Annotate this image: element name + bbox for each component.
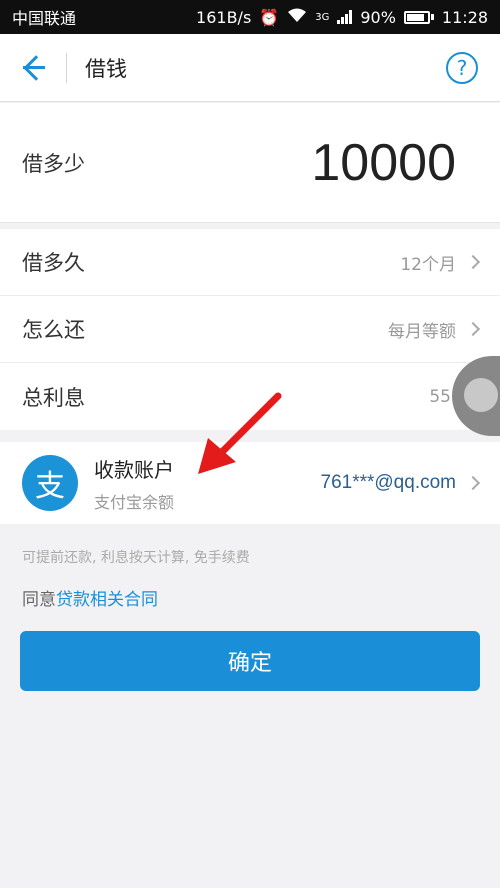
chevron-right-icon xyxy=(465,321,481,337)
account-title: 收款账户 xyxy=(94,457,174,482)
amount-label: 借多少 xyxy=(22,151,85,176)
alipay-icon: 支 xyxy=(22,455,78,511)
alarm-icon: ⏰ xyxy=(259,7,280,27)
battery-icon xyxy=(403,10,430,24)
repayment-note: 可提前还款, 利息按天计算, 免手续费 xyxy=(22,550,250,566)
account-email: 761***@qq.com xyxy=(320,472,456,493)
confirm-button[interactable]: 确定 xyxy=(20,631,480,691)
option-label: 怎么还 xyxy=(22,318,85,342)
wifi-icon xyxy=(287,7,307,27)
nav-header: 借钱 ? xyxy=(0,34,500,102)
option-repayment[interactable]: 怎么还 每月等额 xyxy=(0,296,500,363)
battery-percent: 90% xyxy=(360,7,396,27)
option-value: 每月等额 xyxy=(388,321,456,342)
contract-link[interactable]: 贷款相关合同 xyxy=(56,590,158,610)
annotation-arrow-icon xyxy=(198,392,282,474)
help-icon[interactable]: ? xyxy=(446,51,478,84)
account-subtitle: 支付宝余额 xyxy=(94,492,175,512)
signal-icon xyxy=(337,10,353,24)
amount-row[interactable]: 借多少 10000 xyxy=(0,103,500,223)
agreement-line: 同意贷款相关合同 xyxy=(22,585,158,610)
header-divider xyxy=(66,52,67,83)
carrier-name: 中国联通 xyxy=(12,9,77,28)
page-title: 借钱 xyxy=(85,56,127,81)
option-duration[interactable]: 借多久 12个月 xyxy=(0,229,500,296)
chevron-right-icon xyxy=(465,254,481,270)
amount-value[interactable]: 10000 xyxy=(311,133,456,193)
option-label: 总利息 xyxy=(22,385,85,410)
network-type: 3G xyxy=(315,11,330,23)
agreement-prefix: 同意 xyxy=(22,590,56,610)
clock: 11:28 xyxy=(441,7,488,27)
back-button[interactable] xyxy=(0,34,66,102)
network-speed: 161B/s xyxy=(196,7,252,27)
status-bar: 中国联通 161B/s ⏰ 3G 90% 11:28 xyxy=(0,0,500,34)
chevron-right-icon xyxy=(465,475,481,491)
option-value: 12个月 xyxy=(400,254,456,275)
option-label: 借多久 xyxy=(22,251,85,275)
